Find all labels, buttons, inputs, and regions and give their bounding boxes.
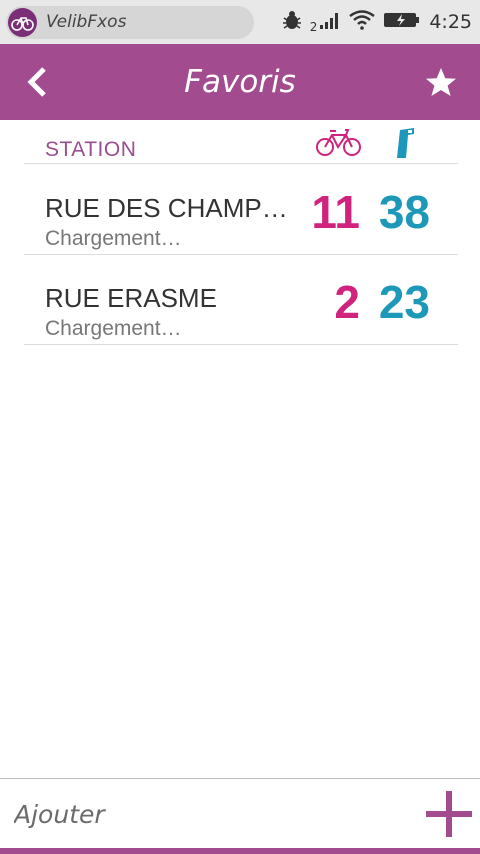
station-name: RUE ERASME [45,283,217,313]
available-bikes-count: 2 [334,276,360,328]
add-station-input[interactable] [14,797,394,831]
app-name: VelibFxos [46,12,127,32]
clock: 4:25 [429,11,472,33]
available-stands-count: 23 [378,276,430,328]
app-indicator[interactable]: VelibFxos [6,6,254,39]
plus-icon [426,791,472,837]
station-status: Chargement… [45,227,182,250]
column-header: STATION [24,120,458,164]
app-header: Favoris [0,44,480,120]
parking-stand-icon [394,126,418,164]
station-row[interactable]: RUE ERASME Chargement… 2 23 [24,255,458,345]
add-button[interactable] [426,789,472,839]
add-station-bar [0,778,480,848]
station-status: Chargement… [45,317,182,340]
station-name: RUE DES CHAMPEAUX [45,193,305,223]
page-title: Favoris [184,64,296,100]
signal-icon [319,10,341,34]
favorites-button[interactable] [424,66,458,100]
station-column-label: STATION [45,138,137,161]
available-bikes-count: 11 [311,186,360,238]
sim-number: 2 [309,20,318,34]
star-icon [426,68,456,96]
available-stands-count: 38 [378,186,430,238]
bicycle-icon [314,126,364,162]
wifi-icon [349,10,376,34]
app-logo-icon [8,8,37,37]
bug-icon [282,9,302,35]
battery-charging-icon [383,11,421,33]
bottom-accent-bar [0,848,480,854]
station-row[interactable]: RUE DES CHAMPEAUX Chargement… 11 38 [24,165,458,255]
status-bar: VelibFxos 2 4:25 [0,0,480,44]
